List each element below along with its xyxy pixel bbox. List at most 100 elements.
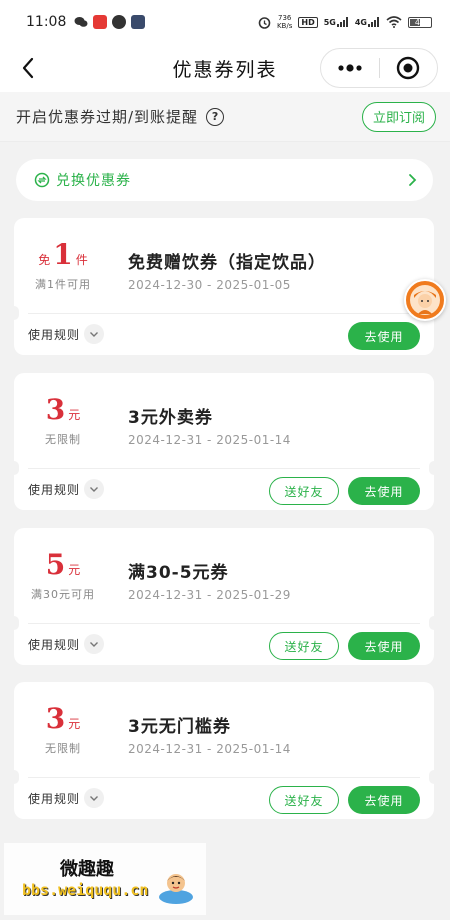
- status-bar: 11:08 736 KB/s HD 5G 4G 40: [0, 0, 450, 44]
- coupon-validity: 2024-12-31 - 2025-01-29: [128, 588, 291, 602]
- coupon-unit: 元: [68, 563, 81, 577]
- coupon-card: 3 元 无限制 3元无门槛券 2024-12-31 - 2025-01-14 使…: [9, 682, 439, 819]
- usage-rules-label: 使用规则: [28, 482, 81, 497]
- more-dots-icon: [338, 64, 362, 72]
- use-coupon-button[interactable]: 去使用: [348, 322, 420, 350]
- share-to-friend-button[interactable]: 送好友: [269, 786, 339, 814]
- coupon-prefix: 免: [38, 253, 51, 267]
- network-speed-unit: KB/s: [276, 22, 293, 30]
- target-circle-icon: [397, 56, 420, 80]
- watermark-url: bbs.weiququ.cn: [22, 881, 149, 899]
- app-notification-icon: [93, 15, 108, 29]
- miniprogram-capsule: [320, 48, 438, 88]
- status-time: 11:08: [26, 14, 67, 30]
- browser-notification-icon: [112, 15, 127, 29]
- status-right-icons: 736 KB/s HD 5G 4G 40: [258, 14, 432, 30]
- back-button[interactable]: [14, 54, 42, 82]
- question-circle-icon[interactable]: ?: [206, 107, 225, 126]
- coupon-name: 满30-5元券: [128, 563, 229, 583]
- signal-5g: 5G: [324, 17, 349, 27]
- more-button[interactable]: [321, 49, 379, 87]
- share-to-friend-button[interactable]: 送好友: [269, 632, 339, 660]
- coupon-name: 3元外卖券: [128, 408, 213, 428]
- network-speed: 736 KB/s: [277, 14, 292, 30]
- mascot-icon: [159, 874, 193, 904]
- signal-4g: 4G: [355, 17, 380, 27]
- battery-icon: 40: [408, 16, 432, 28]
- avatar-person-icon: [410, 285, 440, 315]
- subscribe-button[interactable]: 立即订阅: [361, 101, 436, 132]
- coupon-divider: [28, 777, 420, 778]
- watermark-title: 微趣趣: [60, 859, 114, 880]
- coupon-condition: 满30元可用: [31, 588, 95, 601]
- coupon-unit: 件: [75, 253, 88, 267]
- coupon-card: 免 1 件 满1件可用 免费赠饮券（指定饮品） 2024-12-30 - 202…: [9, 218, 439, 355]
- use-coupon-button[interactable]: 去使用: [348, 632, 420, 660]
- watermark: 微趣趣 bbs.weiququ.cn: [4, 843, 206, 915]
- coupon-card: 3 元 无限制 3元外卖券 2024-12-31 - 2025-01-14 使用…: [9, 373, 439, 510]
- usage-rules-toggle[interactable]: 使用规则: [28, 634, 105, 654]
- network-speed-value: 736: [277, 14, 292, 22]
- coupon-unit: 元: [68, 408, 81, 422]
- page-title: 优惠券列表: [172, 58, 278, 81]
- share-to-friend-button[interactable]: 送好友: [269, 477, 339, 505]
- coupon-notch: [9, 616, 19, 630]
- alarm-icon: [258, 16, 271, 29]
- coupon-validity: 2024-12-31 - 2025-01-14: [128, 742, 291, 756]
- coupon-notch: [9, 770, 19, 784]
- coupon-validity: 2024-12-31 - 2025-01-14: [128, 433, 291, 447]
- coupon-notch: [9, 461, 19, 475]
- coupon-value: 3 元 无限制: [14, 702, 112, 756]
- wechat-icon: [74, 17, 88, 27]
- coupon-name: 免费赠饮券（指定饮品）: [128, 253, 326, 273]
- signal-5g-label: 5G: [323, 18, 336, 27]
- coupon-amount: 1: [53, 238, 73, 271]
- nav-bar: 优惠券列表: [0, 44, 450, 92]
- video-notification-icon: [131, 15, 146, 29]
- redeem-coupon-bar[interactable]: 兑换优惠券: [16, 159, 433, 201]
- signal-bars-icon-2: [368, 17, 379, 27]
- signal-bars-icon: [336, 17, 348, 27]
- coupon-card: 5 元 满30元可用 满30-5元券 2024-12-31 - 2025-01-…: [9, 528, 439, 665]
- coupon-divider: [28, 468, 420, 469]
- coupon-notch: [429, 461, 439, 475]
- battery-level: 40: [414, 17, 426, 27]
- coupon-value: 3 元 无限制: [14, 393, 112, 447]
- coupon-notch: [9, 306, 19, 320]
- coupon-value: 免 1 件 满1件可用: [14, 238, 112, 292]
- coupon-unit: 元: [68, 717, 81, 731]
- coupon-condition: 无限制: [45, 433, 81, 446]
- chevron-down-icon: [84, 634, 105, 654]
- coupon-divider: [28, 623, 420, 624]
- chevron-down-icon: [84, 788, 105, 808]
- coupon-amount: 3: [45, 702, 66, 735]
- coupon-divider: [28, 313, 420, 314]
- coupon-validity: 2024-12-30 - 2025-01-05: [128, 278, 291, 292]
- usage-rules-toggle[interactable]: 使用规则: [28, 788, 105, 808]
- wifi-icon: [386, 16, 402, 28]
- usage-rules-label: 使用规则: [28, 637, 81, 652]
- close-miniprogram-button[interactable]: [380, 49, 438, 87]
- coupon-condition: 无限制: [45, 742, 81, 755]
- usage-rules-toggle[interactable]: 使用规则: [28, 479, 105, 499]
- redeem-label: 兑换优惠券: [56, 173, 131, 189]
- hd-tag: HD: [298, 16, 318, 28]
- use-coupon-button[interactable]: 去使用: [348, 477, 420, 505]
- chevron-down-icon: [84, 479, 105, 499]
- coupon-condition: 满1件可用: [35, 278, 91, 291]
- chevron-left-icon: [22, 57, 34, 79]
- usage-rules-toggle[interactable]: 使用规则: [28, 324, 105, 344]
- customer-service-avatar[interactable]: [404, 279, 446, 321]
- status-notification-icons: [74, 15, 146, 29]
- use-coupon-button[interactable]: 去使用: [348, 786, 420, 814]
- reminder-bar: 开启优惠券过期/到账提醒 ? 立即订阅: [0, 92, 450, 142]
- coupon-amount: 5: [45, 548, 66, 581]
- reminder-text: 开启优惠券过期/到账提醒: [16, 108, 199, 126]
- coupon-notch: [429, 616, 439, 630]
- signal-4g-label: 4G: [354, 18, 367, 27]
- exchange-icon: [34, 172, 50, 188]
- usage-rules-label: 使用规则: [28, 791, 81, 806]
- usage-rules-label: 使用规则: [28, 327, 81, 342]
- coupon-notch: [429, 770, 439, 784]
- chevron-down-icon: [84, 324, 105, 344]
